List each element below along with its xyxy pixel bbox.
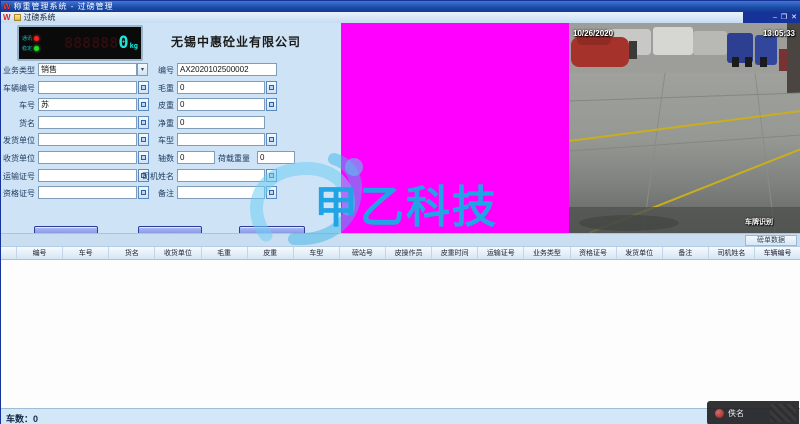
grid-toolbar-strip: 磅单数据 <box>1 233 800 246</box>
company-name: 无锡中惠砼业有限公司 <box>161 33 311 50</box>
form-mid-row-7: 备注 <box>1 186 341 199</box>
window-controls: – ❐ ✕ <box>743 12 800 23</box>
lookup-icon[interactable] <box>266 169 277 182</box>
app-logo-small-icon: W <box>3 13 11 22</box>
table-header-15[interactable]: 司机姓名 <box>709 247 755 259</box>
table-header-1[interactable]: 车号 <box>63 247 109 259</box>
comm-led-label: 通讯 <box>22 35 32 42</box>
table-header-4[interactable]: 毛重 <box>202 247 248 259</box>
records-table-body[interactable] <box>1 260 800 408</box>
media-dot-icon <box>715 409 724 418</box>
form-mid-input2-5[interactable] <box>257 151 295 164</box>
form-mid-label-4: 车型 <box>134 135 174 146</box>
row-selector-column <box>1 247 17 259</box>
form-mid-input-3[interactable] <box>177 116 265 129</box>
weight-readout: 8888880kg <box>39 33 141 53</box>
form-mid-input-5[interactable] <box>177 151 215 164</box>
media-toast-decoration <box>770 404 796 422</box>
maximize-icon[interactable]: ❐ <box>781 14 787 21</box>
lookup-icon[interactable] <box>266 98 277 111</box>
media-toast[interactable]: 佚名 <box>707 401 799 424</box>
table-header-3[interactable]: 收货单位 <box>155 247 201 259</box>
form-mid-label-0: 编号 <box>134 65 174 76</box>
camera-view: 10/26/2020 13:05:33 车牌识别 <box>569 23 800 233</box>
form-mid-row-4: 车型 <box>1 133 341 146</box>
table-header-9[interactable]: 皮重时间 <box>432 247 478 259</box>
stable-led-label: 稳定 <box>22 45 32 52</box>
scale-led-display: 通讯 稳定 8888880kg <box>17 25 143 61</box>
form-mid-input-4[interactable] <box>177 133 265 146</box>
scale-status-leds: 通讯 稳定 <box>22 35 39 52</box>
media-toast-text: 佚名 <box>728 408 744 419</box>
app-window: W 称重管理系统 - 过磅管理 W 过磅系统 – ❐ ✕ 通讯 稳定 <box>0 0 800 424</box>
weight-value: 0 <box>118 33 128 53</box>
form-mid-label-6: 司机姓名 <box>134 171 174 182</box>
ghost-digits: 888888 <box>64 34 118 52</box>
form-mid-label-3: 净重 <box>134 118 174 129</box>
form-mid-input-2[interactable] <box>177 98 265 111</box>
form-mid-label-7: 备注 <box>134 188 174 199</box>
minimize-icon[interactable]: – <box>773 14 777 21</box>
form-mid-input-1[interactable] <box>177 81 265 94</box>
camera-time-overlay: 13:05:33 <box>763 29 795 38</box>
form-mid-label-2: 皮重 <box>134 100 174 111</box>
form-mid-label-5: 轴数 <box>134 153 174 164</box>
app-logo-icon: W <box>3 2 11 11</box>
weighing-form-panel: 通讯 稳定 8888880kg 无锡中惠砼业有限公司 业务类型▾车辆编号车号货名… <box>1 23 341 233</box>
table-header-6[interactable]: 车型 <box>294 247 340 259</box>
table-header-2[interactable]: 货名 <box>109 247 155 259</box>
form-mid-row-5: 轴数 荷载重量 <box>1 151 341 164</box>
camera-date-overlay: 10/26/2020 <box>573 29 613 38</box>
table-header-7[interactable]: 磅站号 <box>340 247 386 259</box>
table-header-11[interactable]: 业务类型 <box>524 247 570 259</box>
form-mid-row-6: 司机姓名 <box>1 169 341 182</box>
form-mid-input-0[interactable] <box>177 63 277 76</box>
close-icon[interactable]: ✕ <box>791 14 797 21</box>
vehicle-count-status: 车数：0 <box>6 414 38 424</box>
form-mid-row-3: 净重 <box>1 116 341 129</box>
title-bar: W 称重管理系统 - 过磅管理 <box>1 1 800 12</box>
table-header-16[interactable]: 车辆编号 <box>755 247 800 259</box>
weight-unit: kg <box>130 42 138 50</box>
form-mid-input-7[interactable] <box>177 186 265 199</box>
camera-road-scene <box>569 23 800 233</box>
form-mid-input-6[interactable] <box>177 169 265 182</box>
table-header-13[interactable]: 发货单位 <box>617 247 663 259</box>
table-header-12[interactable]: 资格证号 <box>571 247 617 259</box>
table-header-8[interactable]: 皮操作员 <box>386 247 432 259</box>
camera-channel-label: 车牌识别 <box>745 217 773 227</box>
tab-bar: W 过磅系统 – ❐ ✕ <box>1 12 800 23</box>
lookup-icon[interactable] <box>266 186 277 199</box>
form-mid-row-0: 编号 <box>1 63 341 76</box>
form-mid-row-1: 毛重 <box>1 81 341 94</box>
table-header-10[interactable]: 运输证号 <box>478 247 524 259</box>
lookup-icon[interactable] <box>266 81 277 94</box>
form-mid-row-2: 皮重 <box>1 98 341 111</box>
table-header-5[interactable]: 皮重 <box>248 247 294 259</box>
tab-scale-icon <box>14 14 21 21</box>
tab-weighing-system[interactable]: 过磅系统 <box>24 12 56 23</box>
table-header-14[interactable]: 备注 <box>663 247 709 259</box>
records-table-header: 编号车号货名收货单位毛重皮重车型磅站号皮操作员皮重时间运输证号业务类型资格证号发… <box>1 246 800 260</box>
form-mid-label2-5: 荷载重量 <box>218 153 254 164</box>
video-placeholder-panel <box>341 23 569 233</box>
grid-data-label[interactable]: 磅单数据 <box>745 235 797 246</box>
window-title: 称重管理系统 - 过磅管理 <box>14 1 114 12</box>
form-mid-label-1: 毛重 <box>134 83 174 94</box>
lookup-icon[interactable] <box>266 133 277 146</box>
status-bar: 车数：0 <box>1 408 800 424</box>
table-header-0[interactable]: 编号 <box>17 247 63 259</box>
